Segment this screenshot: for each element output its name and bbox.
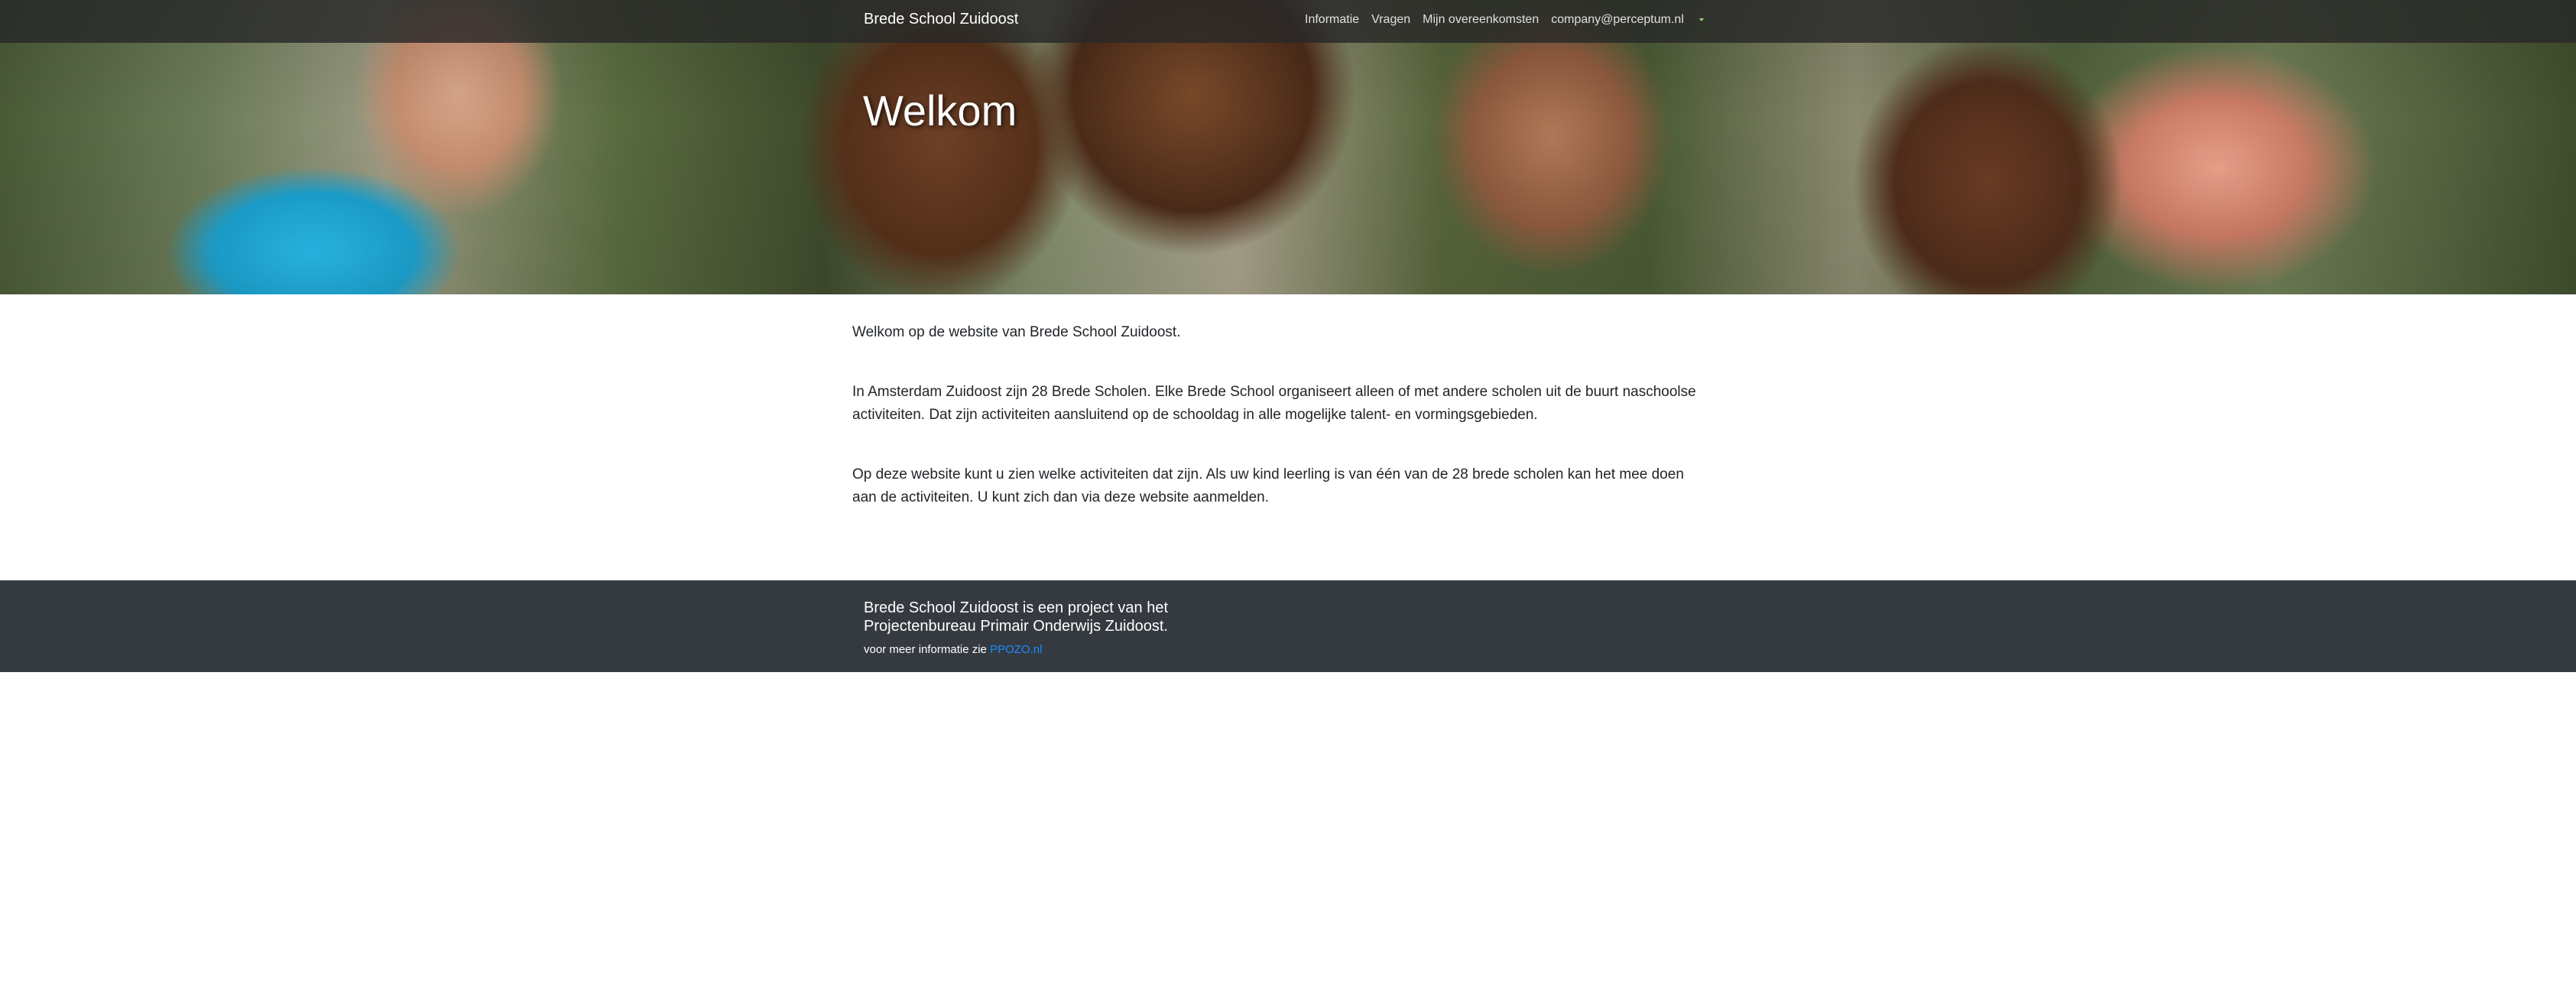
nav-links: Informatie Vragen Mijn overeenkomsten co…	[1305, 13, 1704, 27]
footer-project-text: Brede School Zuidoost is een project van…	[864, 599, 1169, 635]
main-content: Welkom op de website van Brede School Zu…	[852, 321, 1708, 546]
nav-link-vragen[interactable]: Vragen	[1371, 13, 1410, 27]
nav-link-mijn-overeenkomsten[interactable]: Mijn overeenkomsten	[1423, 13, 1539, 27]
ppozo-link[interactable]: PPOZO.nl	[990, 643, 1042, 656]
footer-more-info: voor meer informatie zie PPOZO.nl	[864, 643, 1261, 656]
top-navbar: Brede School Zuidoost Informatie Vragen …	[0, 0, 2576, 43]
nav-link-user-account[interactable]: company@perceptum.nl	[1551, 13, 1684, 27]
caret-down-icon[interactable]	[1698, 18, 1704, 21]
brand-link[interactable]: Brede School Zuidoost	[864, 11, 1018, 28]
intro-paragraph: Welkom op de website van Brede School Zu…	[852, 324, 1181, 340]
registration-paragraph: Op deze website kunt u zien welke activi…	[852, 466, 1684, 505]
hero-banner: Welkom	[0, 0, 2576, 294]
page-footer: Brede School Zuidoost is een project van…	[0, 580, 2576, 672]
nav-link-informatie[interactable]: Informatie	[1305, 13, 1359, 27]
hero-title: Welkom	[863, 86, 1017, 135]
footer-more-info-prefix: voor meer informatie zie	[864, 643, 987, 656]
footer-inner: Brede School Zuidoost is een project van…	[864, 599, 1261, 656]
schools-paragraph: In Amsterdam Zuidoost zijn 28 Brede Scho…	[852, 384, 1696, 423]
